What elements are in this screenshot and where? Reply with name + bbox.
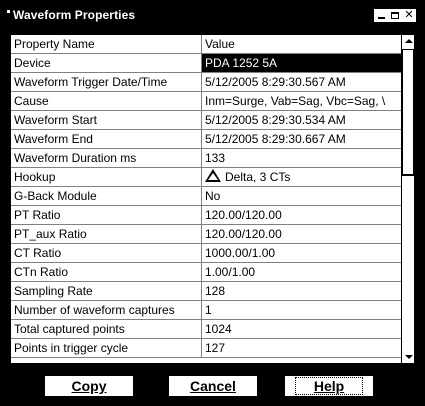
window-title: Waveform Properties [13,8,136,22]
property-name-cell[interactable]: Waveform Duration ms [11,149,202,167]
table-row[interactable]: Waveform Start 5/12/2005 8:29:30.534 AM [11,111,401,130]
property-name-cell[interactable]: PT_aux Ratio [11,225,202,243]
property-name-cell[interactable]: Total captured points [11,320,202,338]
table-row[interactable]: G-Back Module No [11,187,401,206]
cancel-button[interactable]: Cancel [167,374,259,398]
help-button[interactable]: Help [283,374,375,398]
button-bar: Copy Cancel Help [1,366,424,406]
column-header-value: Value [205,37,235,51]
table-row[interactable]: CTn Ratio 1.00/1.00 [11,263,401,282]
window-menu-icon[interactable] [7,10,10,13]
property-value-cell[interactable]: 120.00/120.00 [202,225,401,243]
property-name-cell[interactable]: Cause [11,92,202,110]
property-value-text: 133 [205,151,226,165]
grid-header-row: Property Name Value [11,35,401,54]
property-name-cell[interactable]: Number of waveform captures [11,301,202,319]
property-name-cell[interactable]: CT Ratio [11,244,202,262]
property-value-cell[interactable]: 5/12/2005 8:29:30.667 AM [202,130,401,148]
help-button-label: Help [313,378,345,394]
property-value-text: 1.00/1.00 [205,265,256,279]
property-value-text: 5/12/2005 8:29:30.567 AM [205,75,346,89]
property-value-text: 120.00/120.00 [205,208,282,222]
table-row[interactable]: PT_aux Ratio 120.00/120.00 [11,225,401,244]
property-value-cell[interactable]: Inm=Surge, Vab=Sag, Vbc=Sag, \ [202,92,401,110]
property-name-cell[interactable]: G-Back Module [11,187,202,205]
title-bar[interactable]: Waveform Properties ✕ [1,1,424,29]
properties-grid[interactable]: Property Name Value Device PDA 1252 5A Wav… [10,34,415,364]
property-name-cell[interactable]: Device [11,54,202,72]
copy-button[interactable]: Copy [43,374,135,398]
table-row[interactable]: Points in trigger cycle 127 [11,339,401,358]
minimize-icon[interactable] [374,9,388,22]
vertical-scrollbar[interactable] [401,35,414,363]
table-row[interactable]: Cause Inm=Surge, Vab=Sag, Vbc=Sag, \ [11,92,401,111]
property-value-cell[interactable]: 1.00/1.00 [202,263,401,281]
property-value-cell[interactable]: 1 [202,301,401,319]
property-value-cell[interactable]: 120.00/120.00 [202,206,401,224]
property-name-cell[interactable]: Waveform Trigger Date/Time [11,73,202,91]
table-row[interactable]: Sampling Rate 128 [11,282,401,301]
property-value-text: Inm=Surge, Vab=Sag, Vbc=Sag, \ [205,94,386,108]
table-row[interactable]: Device PDA 1252 5A [11,54,401,73]
property-value-text: 120.00/120.00 [205,227,282,241]
property-value-cell[interactable]: PDA 1252 5A [202,54,401,72]
property-value-cell[interactable]: 5/12/2005 8:29:30.534 AM [202,111,401,129]
property-value-text: 1024 [205,322,232,336]
column-header-property-name: Property Name [11,35,202,53]
property-name-cell[interactable]: Points in trigger cycle [11,339,202,357]
table-row[interactable]: Waveform Duration ms 133 [11,149,401,168]
property-name-cell[interactable]: Waveform End [11,130,202,148]
maximize-icon[interactable] [388,9,402,22]
property-value-text: 1000.00/1.00 [205,246,276,260]
property-value-text: 5/12/2005 8:29:30.667 AM [205,132,346,146]
property-value-cell[interactable]: 133 [202,149,401,167]
property-value-cell[interactable]: No [202,187,401,205]
property-value-text: 127 [205,341,226,355]
table-row[interactable]: Waveform End 5/12/2005 8:29:30.667 AM [11,130,401,149]
scroll-up-arrow-icon[interactable] [402,35,414,48]
property-value-cell[interactable]: Delta, 3 CTs [202,168,401,186]
property-value-text: Delta, 3 CTs [225,170,291,184]
delta-triangle-icon [205,169,221,182]
property-name-cell[interactable]: Waveform Start [11,111,202,129]
scrollbar-thumb[interactable] [402,49,414,176]
property-value-text: 1 [205,303,212,317]
property-name-cell[interactable]: CTn Ratio [11,263,202,281]
property-value-text: 128 [205,284,226,298]
property-value-cell[interactable]: 5/12/2005 8:29:30.567 AM [202,73,401,91]
property-name-cell[interactable]: PT Ratio [11,206,202,224]
table-row[interactable]: Total captured points 1024 [11,320,401,339]
table-row[interactable]: Waveform Trigger Date/Time 5/12/2005 8:29… [11,73,401,92]
scroll-down-arrow-icon[interactable] [402,350,414,363]
table-row[interactable]: PT Ratio 120.00/120.00 [11,206,401,225]
property-value-text: No [205,189,221,203]
table-row[interactable]: CT Ratio 1000.00/1.00 [11,244,401,263]
property-value-text: PDA 1252 5A [205,56,278,70]
copy-button-label: Copy [71,378,107,394]
property-value-cell[interactable]: 1024 [202,320,401,338]
waveform-properties-window: Waveform Properties ✕ Property Name Valu… [0,0,425,406]
table-row[interactable]: Hookup Delta, 3 CTs [11,168,401,187]
property-name-cell[interactable]: Sampling Rate [11,282,202,300]
property-value-cell[interactable]: 128 [202,282,401,300]
property-name-cell[interactable]: Hookup [11,168,202,186]
property-value-text: 5/12/2005 8:29:30.534 AM [205,113,346,127]
property-value-cell[interactable]: 127 [202,339,401,357]
table-row[interactable]: Number of waveform captures 1 [11,301,401,320]
cancel-button-label: Cancel [190,378,236,394]
close-icon[interactable]: ✕ [402,9,416,22]
property-value-cell[interactable]: 1000.00/1.00 [202,244,401,262]
